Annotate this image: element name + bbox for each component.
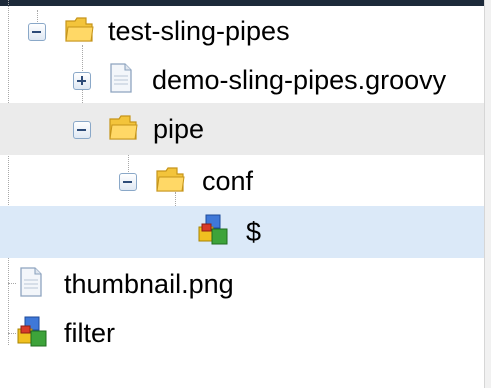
- tree-node-label[interactable]: filter: [64, 318, 115, 348]
- tree-node-label[interactable]: $: [246, 217, 261, 247]
- tree-node-label[interactable]: thumbnail.png: [64, 269, 234, 299]
- tree-node-dollar[interactable]: $: [0, 206, 484, 258]
- tree-node-label[interactable]: demo-sling-pipes.groovy: [152, 65, 446, 95]
- vertical-scrollbar[interactable]: [484, 0, 491, 388]
- expand-toggle-icon[interactable]: [73, 72, 91, 90]
- tree-node-label[interactable]: conf: [202, 166, 253, 196]
- tree-node-label[interactable]: pipe: [153, 114, 204, 144]
- tree-node-thumbnail-png[interactable]: thumbnail.png: [0, 258, 484, 310]
- tree-node-test-sling-pipes[interactable]: test-sling-pipes: [0, 4, 484, 56]
- collapse-toggle-icon[interactable]: [119, 173, 137, 191]
- collapse-toggle-icon[interactable]: [28, 23, 46, 41]
- tree-node-pipe[interactable]: pipe: [0, 103, 484, 155]
- tree-node-conf[interactable]: conf: [0, 155, 484, 207]
- tree-node-label[interactable]: test-sling-pipes: [108, 16, 290, 46]
- collapse-toggle-icon[interactable]: [73, 121, 91, 139]
- tree-node-filter[interactable]: filter: [0, 307, 484, 359]
- tree-node-demo-sling-pipes-groovy[interactable]: demo-sling-pipes.groovy: [0, 55, 484, 107]
